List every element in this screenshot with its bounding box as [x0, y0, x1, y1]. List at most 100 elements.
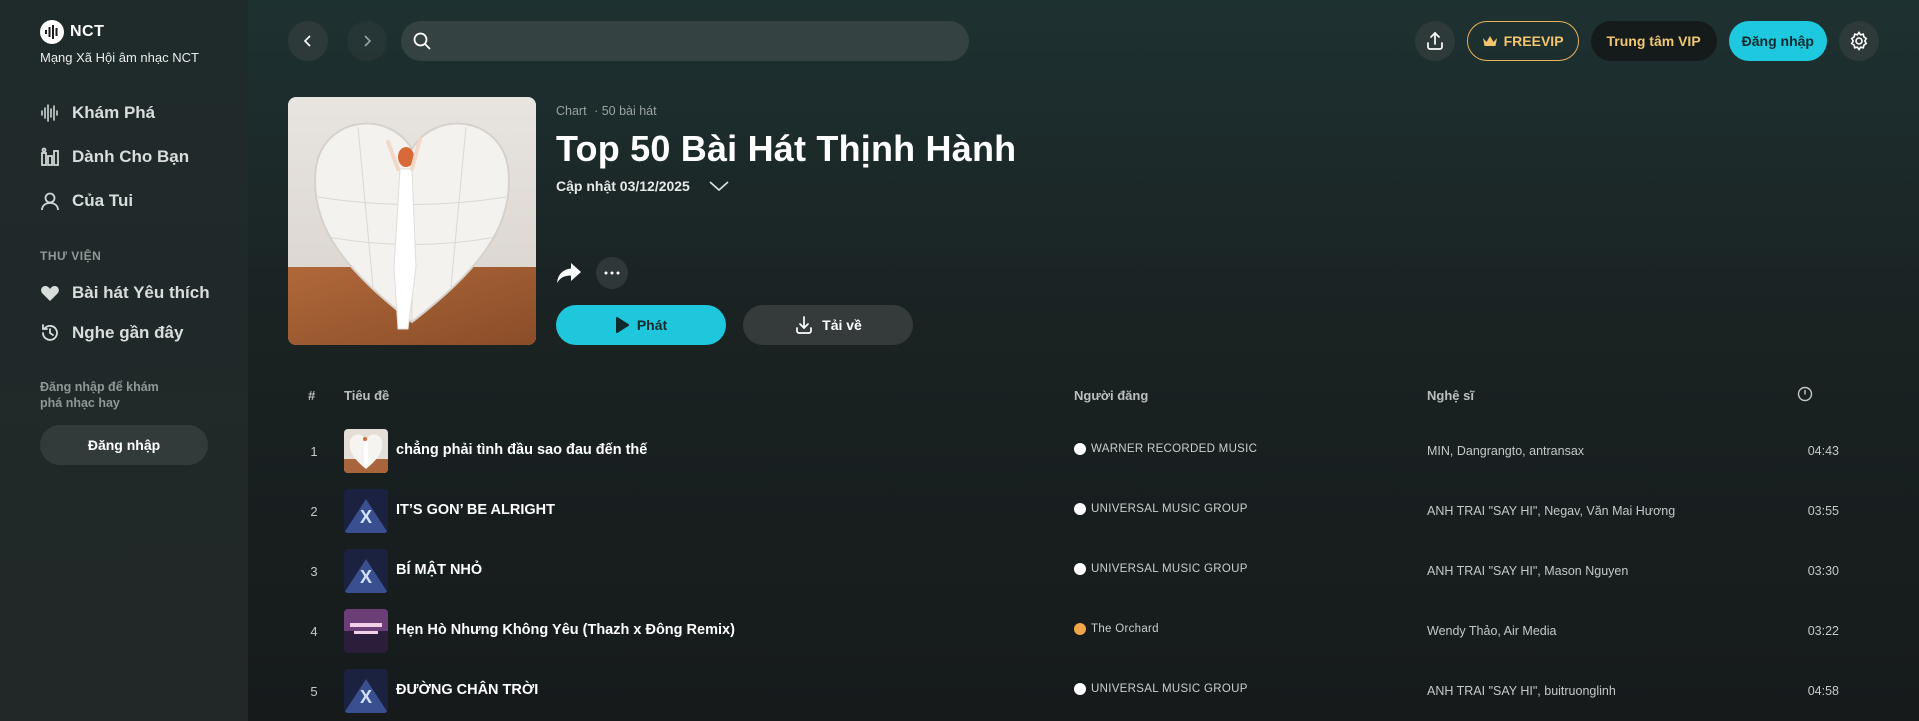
main-content: FREEVIP Trung tâm VIP Đăng nhập Chart · …: [248, 0, 1919, 721]
uploader-name: UNIVERSAL MUSIC GROUP: [1091, 503, 1248, 515]
song-title[interactable]: IT’S GON’ BE ALRIGHT: [396, 502, 555, 518]
nav-label: Của Tui: [72, 191, 134, 210]
row-index: 5: [310, 684, 318, 699]
svg-text:X: X: [360, 687, 372, 707]
search-input[interactable]: [441, 32, 941, 49]
nav-label: Dành Cho Bạn: [72, 147, 190, 166]
download-icon: [796, 316, 812, 334]
artist-names[interactable]: Wendy Thảo, Air Media: [1427, 624, 1556, 638]
artist-names[interactable]: ANH TRAI "SAY HI", buitruonglinh: [1427, 684, 1616, 698]
playlist-cover: [288, 97, 536, 345]
music-bars-icon: [41, 147, 59, 166]
main-nav: Khám Phá Dành Cho Bạn Của Tui: [40, 91, 248, 223]
uploader[interactable]: WARNER RECORDED MUSIC: [1074, 443, 1257, 455]
play-icon: [615, 317, 629, 333]
library-nav: Bài hát Yêu thích Nghe gần đây: [40, 273, 248, 353]
brand-tagline: Mạng Xã Hội âm nhạc NCT: [40, 50, 199, 65]
share-actions: [556, 257, 628, 289]
artist-names[interactable]: ANH TRAI "SAY HI", Mason Nguyen: [1427, 564, 1628, 578]
song-thumbnail: [344, 429, 388, 473]
user-icon: [41, 192, 59, 211]
settings-button[interactable]: [1839, 20, 1879, 61]
song-title[interactable]: ĐƯỜNG CHÂN TRỜI: [396, 682, 538, 698]
uploader-name: WARNER RECORDED MUSIC: [1091, 443, 1258, 455]
table-row[interactable]: 4 Hẹn Hò Nhưng Không Yêu (Thazh x Đông R…: [288, 602, 1879, 662]
uploader-name: UNIVERSAL MUSIC GROUP: [1091, 563, 1248, 575]
heart-icon: [41, 286, 59, 301]
artist-names[interactable]: MIN, Dangrangto, antransax: [1427, 444, 1584, 458]
search-bar[interactable]: [401, 20, 969, 61]
ellipsis-icon: [604, 271, 620, 275]
nav-label: Nghe gần đây: [72, 323, 184, 342]
freevip-label: FREEVIP: [1503, 32, 1564, 49]
playlist-meta: Chart · 50 bài hát: [556, 104, 1016, 118]
login-button[interactable]: Đăng nhập: [1728, 20, 1827, 61]
uploader[interactable]: The Orchard: [1074, 623, 1159, 635]
uploader[interactable]: UNIVERSAL MUSIC GROUP: [1074, 503, 1248, 515]
forward-button[interactable]: [347, 20, 387, 61]
category-label[interactable]: Chart: [556, 104, 587, 118]
upload-button[interactable]: [1414, 20, 1455, 61]
duration-clock-icon: [1797, 386, 1813, 405]
play-label: Phát: [636, 317, 668, 333]
song-thumbnail: X: [344, 489, 388, 533]
history-icon: [42, 324, 58, 341]
crown-icon: [1482, 35, 1497, 46]
nav-item-recently-played[interactable]: Nghe gần đây: [40, 313, 248, 353]
vip-center-button[interactable]: Trung tâm VIP: [1590, 20, 1717, 61]
play-button[interactable]: Phát: [556, 305, 726, 345]
label-logo-icon: [1074, 443, 1086, 455]
download-label: Tải về: [822, 317, 862, 333]
more-options-button[interactable]: [596, 257, 628, 289]
playback-actions: Phát Tải về: [556, 305, 913, 345]
song-title[interactable]: chẳng phải tình đầu sao đau đến thế: [396, 442, 647, 458]
uploader-name: UNIVERSAL MUSIC GROUP: [1091, 683, 1248, 695]
uploader[interactable]: UNIVERSAL MUSIC GROUP: [1074, 683, 1248, 695]
nav-item-kham-pha[interactable]: Khám Phá: [40, 91, 248, 135]
song-title[interactable]: Hẹn Hò Nhưng Không Yêu (Thazh x Đông Rem…: [396, 622, 735, 638]
song-duration: 04:43: [1807, 444, 1839, 458]
top-bar: FREEVIP Trung tâm VIP Đăng nhập: [288, 20, 1879, 61]
label-logo-icon: [1074, 683, 1086, 695]
svg-text:X: X: [360, 567, 372, 587]
login-hint: Đăng nhập để khám phá nhạc hay: [40, 380, 159, 410]
brand-logo[interactable]: NCT: [40, 20, 248, 44]
song-thumbnail: [344, 609, 388, 653]
back-button[interactable]: [288, 20, 328, 61]
header-artist: Nghệ sĩ: [1427, 388, 1474, 403]
label-logo-icon: [1074, 563, 1086, 575]
header-index: #: [308, 388, 316, 403]
song-duration: 03:22: [1807, 624, 1839, 638]
nav-label: Bài hát Yêu thích: [72, 283, 210, 302]
search-icon: [413, 32, 431, 49]
nav-item-favorite-songs[interactable]: Bài hát Yêu thích: [40, 273, 248, 313]
row-index: 3: [310, 564, 318, 579]
song-thumbnail: X: [344, 669, 388, 713]
nct-logo-icon: [40, 20, 64, 44]
nav-item-cua-tui[interactable]: Của Tui: [40, 179, 248, 223]
uploader[interactable]: UNIVERSAL MUSIC GROUP: [1074, 563, 1248, 575]
top-right-actions: FREEVIP Trung tâm VIP Đăng nhập: [1414, 20, 1879, 61]
sidebar-login-button[interactable]: Đăng nhập: [40, 425, 208, 465]
table-row[interactable]: 5 X ĐƯỜNG CHÂN TRỜI UNIVERSAL MUSIC GROU…: [288, 662, 1879, 721]
playlist-info: Chart · 50 bài hát Top 50 Bài Hát Thịnh …: [556, 104, 1016, 194]
table-row[interactable]: 3 X BÍ MẬT NHỎ UNIVERSAL MUSIC GROUP ANH…: [288, 542, 1879, 602]
chevron-down-icon[interactable]: [708, 179, 730, 193]
nav-item-danh-cho-ban[interactable]: Dành Cho Bạn: [40, 135, 248, 179]
table-row[interactable]: 1 chẳng phải tình đầu sao đau đến thế WA…: [288, 422, 1879, 482]
song-duration: 03:55: [1807, 504, 1839, 518]
label-logo-icon: [1074, 503, 1086, 515]
artist-names[interactable]: ANH TRAI "SAY HI", Negav, Văn Mai Hương: [1427, 504, 1675, 518]
freevip-button[interactable]: FREEVIP: [1466, 20, 1579, 61]
table-row[interactable]: 2 X IT’S GON’ BE ALRIGHT UNIVERSAL MUSIC…: [288, 482, 1879, 542]
update-date-row: Cập nhật 03/12/2025: [556, 178, 1016, 194]
song-title[interactable]: BÍ MẬT NHỎ: [396, 562, 482, 578]
download-button[interactable]: Tải về: [743, 305, 913, 345]
chevron-right-icon: [364, 34, 372, 47]
song-duration: 04:58: [1807, 684, 1839, 698]
header-uploader: Người đăng: [1074, 388, 1149, 403]
chevron-left-icon: [303, 34, 311, 47]
song-count: · 50 bài hát: [594, 104, 657, 118]
share-icon[interactable]: [556, 262, 582, 284]
song-thumbnail: X: [344, 549, 388, 593]
